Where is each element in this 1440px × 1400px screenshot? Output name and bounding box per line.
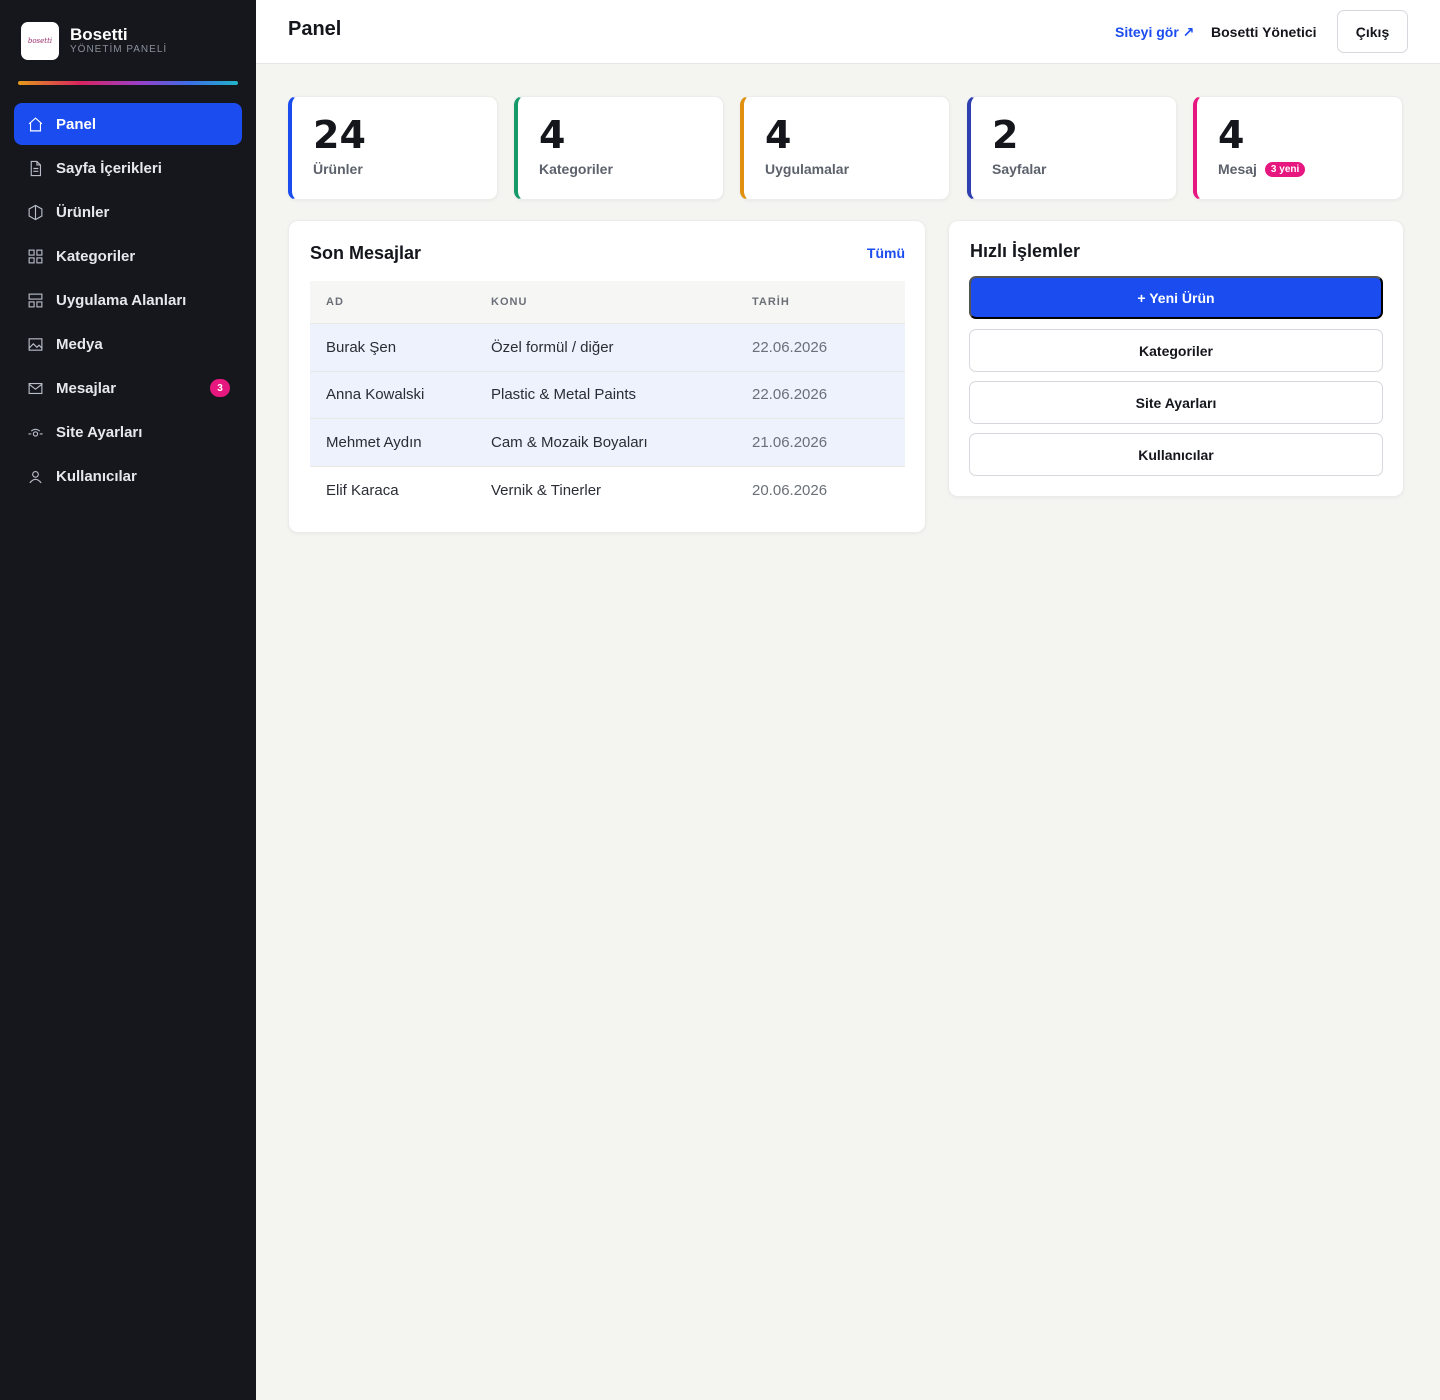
column-header: AD <box>326 296 344 308</box>
stat-value: 4 <box>765 113 792 157</box>
sidebar-item-messages[interactable]: Mesajlar 3 <box>14 367 242 409</box>
stat-card-applications[interactable]: 4 Uygulamalar <box>740 96 950 200</box>
users-button[interactable]: Kullanıcılar <box>969 433 1383 476</box>
message-subject: Plastic & Metal Paints <box>491 386 637 404</box>
sidebar-item-label: Kullanıcılar <box>56 467 137 485</box>
sidebar-item-products[interactable]: Ürünler <box>14 191 242 233</box>
table-row[interactable]: Anna Kowalski Plastic & Metal Paints 22.… <box>310 371 905 419</box>
image-icon <box>27 336 44 353</box>
table-header: AD KONU TARİH <box>310 281 905 324</box>
sidebar-item-label: Kategoriler <box>56 247 136 265</box>
logout-button[interactable]: Çıkış <box>1337 10 1408 53</box>
quick-actions-panel: Hızlı İşlemler + Yeni Ürün Kategoriler S… <box>948 220 1404 497</box>
home-icon <box>27 116 44 133</box>
sidebar-item-label: Sayfa İçerikleri <box>56 159 162 177</box>
sidebar-item-site-settings[interactable]: Site Ayarları <box>14 411 242 453</box>
messages-table: AD KONU TARİH Burak Şen Özel formül / di… <box>310 281 905 514</box>
message-subject: Özel formül / diğer <box>491 338 614 356</box>
message-subject: Cam & Mozaik Boyaları <box>491 433 648 451</box>
stat-label: Kategoriler <box>539 161 613 177</box>
stat-label: Ürünler <box>313 161 363 177</box>
top-header: Panel Siteyi gör ↗ Bosetti Yönetici Çıkı… <box>256 0 1440 64</box>
settings-icon <box>27 424 44 441</box>
stat-card-categories[interactable]: 4 Kategoriler <box>514 96 724 200</box>
grid-icon <box>27 248 44 265</box>
column-header: TARİH <box>752 296 790 308</box>
sidebar-item-page-contents[interactable]: Sayfa İçerikleri <box>14 147 242 189</box>
stat-label: Uygulamalar <box>765 161 850 177</box>
user-icon <box>27 468 44 485</box>
box-icon <box>27 204 44 221</box>
panel-title: Son Mesajlar <box>310 243 422 263</box>
table-row[interactable]: Elif Karaca Vernik & Tinerler 20.06.2026 <box>310 467 905 515</box>
stat-label: Mesaj 3 yeni <box>1218 161 1306 177</box>
sidebar-item-label: Medya <box>56 335 103 353</box>
new-product-button[interactable]: + Yeni Ürün <box>969 276 1383 319</box>
document-icon <box>27 160 44 177</box>
recent-messages-panel: Son Mesajlar Tümü AD KONU TARİH Burak Şe… <box>288 220 926 533</box>
site-settings-button[interactable]: Site Ayarları <box>969 381 1383 424</box>
sidebar-item-label: Ürünler <box>56 203 110 221</box>
stat-card-products[interactable]: 24 Ürünler <box>288 96 498 200</box>
sidebar-item-label: Site Ayarları <box>56 423 143 441</box>
unread-count-badge: 3 <box>210 379 230 397</box>
sidebar-item-panel[interactable]: Panel <box>14 103 242 145</box>
brand-logo: bosetti <box>21 22 59 60</box>
message-date: 20.06.2026 <box>752 481 828 499</box>
page-title: Panel <box>288 18 342 40</box>
message-date: 21.06.2026 <box>752 433 828 451</box>
brand-subtitle: YÖNETİM PANELİ <box>70 44 168 55</box>
sidebar-item-users[interactable]: Kullanıcılar <box>14 455 242 497</box>
panel-title: Hızlı İşlemler <box>970 241 1081 261</box>
message-subject: Vernik & Tinerler <box>491 481 602 499</box>
message-sender: Burak Şen <box>326 338 397 356</box>
sidebar-item-label: Mesajlar <box>56 379 117 397</box>
column-header: KONU <box>491 296 528 308</box>
sidebar-nav: Panel Sayfa İçerikleri Ürünler Kategoril… <box>14 103 242 499</box>
sidebar-item-media[interactable]: Medya <box>14 323 242 365</box>
mail-icon <box>27 380 44 397</box>
sidebar-item-application-areas[interactable]: Uygulama Alanları <box>14 279 242 321</box>
brand-name: Bosetti <box>70 25 128 44</box>
view-all-link[interactable]: Tümü <box>867 245 905 261</box>
stat-value: 2 <box>992 113 1019 157</box>
message-sender: Mehmet Aydın <box>326 433 422 451</box>
message-sender: Elif Karaca <box>326 481 399 499</box>
message-date: 22.06.2026 <box>752 386 828 404</box>
sidebar: bosetti Bosetti YÖNETİM PANELİ Panel Say… <box>0 0 256 1400</box>
sidebar-item-label: Panel <box>56 115 97 133</box>
categories-button[interactable]: Kategoriler <box>969 329 1383 372</box>
stat-card-messages[interactable]: 4 Mesaj 3 yeni <box>1193 96 1403 200</box>
new-messages-badge: 3 yeni <box>1264 161 1306 177</box>
admin-name: Bosetti Yönetici <box>1211 24 1317 40</box>
stat-card-pages[interactable]: 2 Sayfalar <box>967 96 1177 200</box>
table-row[interactable]: Burak Şen Özel formül / diğer 22.06.2026 <box>310 324 905 372</box>
layout-icon <box>27 292 44 309</box>
table-row[interactable]: Mehmet Aydın Cam & Mozaik Boyaları 21.06… <box>310 419 905 467</box>
brand-logo-text: bosetti <box>27 37 53 45</box>
stat-value: 4 <box>539 113 566 157</box>
message-date: 22.06.2026 <box>752 338 828 356</box>
brand[interactable]: bosetti Bosetti YÖNETİM PANELİ <box>21 22 167 60</box>
sidebar-item-categories[interactable]: Kategoriler <box>14 235 242 277</box>
sidebar-item-label: Uygulama Alanları <box>56 291 187 309</box>
view-site-link[interactable]: Siteyi gör ↗ <box>1115 24 1194 41</box>
message-sender: Anna Kowalski <box>326 386 425 404</box>
stat-value: 24 <box>313 113 366 157</box>
brand-color-bar <box>18 81 238 85</box>
stat-value: 4 <box>1218 113 1245 157</box>
stat-label: Sayfalar <box>992 161 1047 177</box>
